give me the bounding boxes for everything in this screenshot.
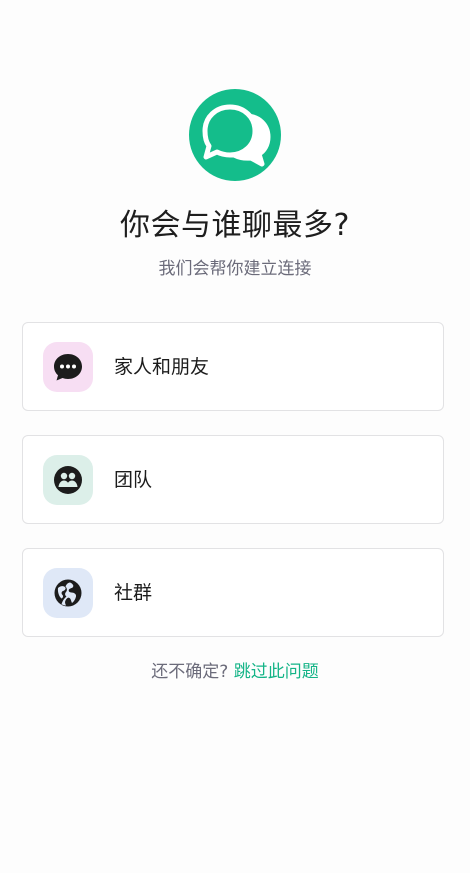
app-logo (189, 89, 281, 181)
option-community[interactable]: 社群 (22, 548, 444, 637)
skip-question: 还不确定? (151, 662, 229, 682)
team-icon (54, 466, 82, 494)
option-icon-container (43, 568, 93, 618)
globe-icon (54, 579, 82, 607)
chat-dots-icon (54, 354, 82, 381)
option-label: 家人和朋友 (114, 356, 210, 378)
page-title: 你会与谁聊最多? (120, 208, 350, 243)
option-team[interactable]: 团队 (22, 435, 444, 524)
option-label: 社群 (114, 582, 153, 604)
page-subtitle: 我们会帮你建立连接 (158, 259, 312, 279)
option-label: 团队 (114, 469, 153, 491)
chat-bubbles-icon (202, 104, 271, 167)
option-family-friends[interactable]: 家人和朋友 (22, 322, 444, 411)
skip-prompt: 还不确定? 跳过此问题 (0, 659, 470, 685)
skip-link[interactable]: 跳过此问题 (234, 662, 319, 682)
option-icon-container (43, 455, 93, 505)
option-icon-container (43, 342, 93, 392)
